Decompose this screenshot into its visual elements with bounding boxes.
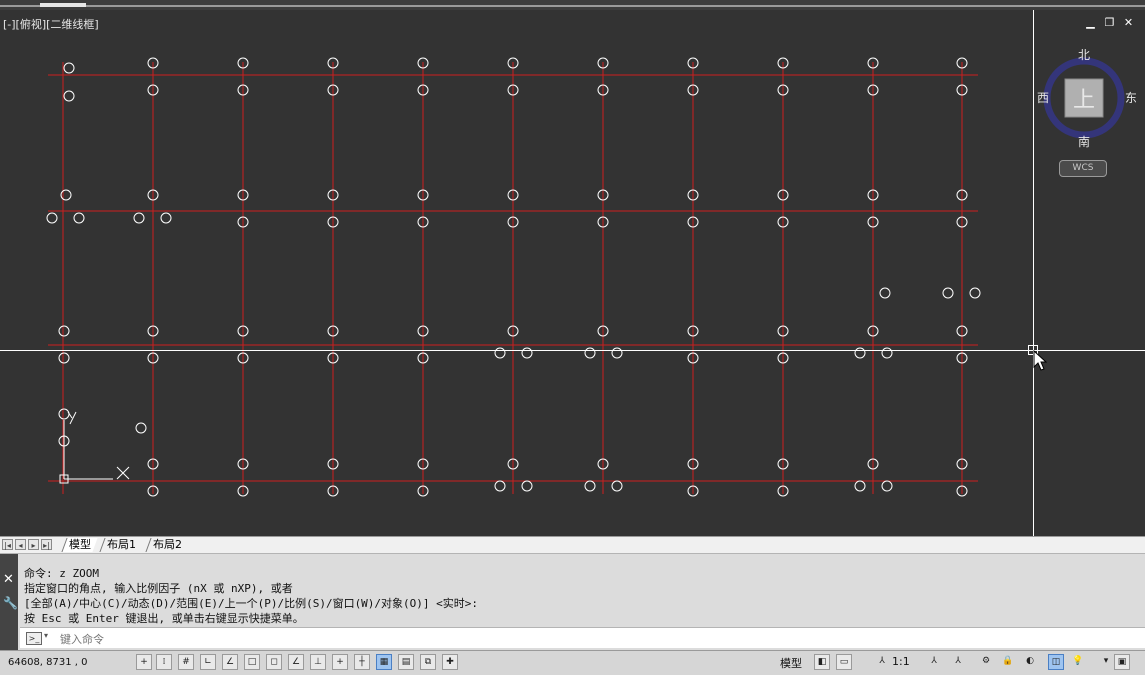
wrench-icon[interactable]: 🔧 — [3, 596, 18, 610]
hole-circle[interactable] — [584, 480, 596, 492]
annotation-scale-value[interactable]: 1:1 — [892, 655, 910, 668]
wcs-menu-button[interactable]: WCS — [1059, 160, 1107, 177]
viewcube-face-label[interactable]: 上 — [1073, 88, 1095, 113]
hardware-acceleration-icon[interactable]: ◐ — [1022, 654, 1038, 670]
hole-circle[interactable] — [133, 212, 145, 224]
layout-tab-bar: |◂ ◂ ▸ ▸| 模型 布局1 布局2 — [0, 536, 1145, 553]
hole-circle[interactable] — [879, 287, 891, 299]
hole-circle[interactable] — [58, 352, 70, 364]
isolate-objects-icon[interactable]: ◫ — [1048, 654, 1064, 670]
drawing-canvas[interactable] — [0, 10, 1145, 536]
chevron-down-icon[interactable]: ▾ — [44, 631, 48, 640]
tab-layout2[interactable]: 布局2 — [145, 538, 189, 552]
status-bar: 64608, 8731 , 0 + ⁞ # ∟ ∠ □ ◻ ∠ ⊥ + ┼ ▦ … — [0, 650, 1145, 675]
drawing-viewport[interactable]: [-][俯视][二维线框] ▁ ❐ ✕ 上 北 南 东 西 WCS — [0, 10, 1145, 536]
hole-circle[interactable] — [521, 480, 533, 492]
viewcube[interactable]: 上 北 南 东 西 — [1036, 48, 1137, 149]
command-input[interactable] — [58, 630, 562, 648]
hole-circle[interactable] — [494, 480, 506, 492]
crosshair-horizontal — [0, 350, 1145, 351]
viewport-window-controls: ▁ ❐ ✕ — [1084, 16, 1135, 29]
hole-circle[interactable] — [58, 325, 70, 337]
hole-circle[interactable] — [881, 480, 893, 492]
hole-circle[interactable] — [63, 90, 75, 102]
mouse-pointer-icon — [1033, 350, 1047, 371]
polar-tracking-icon[interactable]: ∠ — [222, 654, 238, 670]
history-line: 指定窗口的角点, 输入比例因子 (nX 或 nXP), 或者 — [24, 582, 293, 595]
last-tab-icon[interactable]: ▸| — [41, 539, 52, 550]
viewport-controls-label[interactable]: [-][俯视][二维线框] — [3, 16, 99, 32]
coordinate-readout[interactable]: 64608, 8731 , 0 — [8, 657, 88, 668]
transparency-icon[interactable]: ▦ — [376, 654, 392, 670]
hole-circle[interactable] — [611, 480, 623, 492]
lightbulb-icon[interactable]: 💡 — [1070, 654, 1086, 670]
ortho-mode-icon[interactable]: ∟ — [200, 654, 216, 670]
chevron-down-icon[interactable]: ▾ — [1098, 654, 1114, 670]
quick-view-layouts-icon[interactable]: ◧ — [814, 654, 830, 670]
top-ribbon-strip — [0, 0, 1145, 10]
tab-layout1[interactable]: 布局1 — [99, 538, 143, 552]
prev-tab-icon[interactable]: ◂ — [15, 539, 26, 550]
first-tab-icon[interactable]: |◂ — [2, 539, 13, 550]
lock-icon[interactable]: 🔒 — [1000, 654, 1016, 670]
snap-mode-icon[interactable]: ⁞ — [156, 654, 172, 670]
crosshair-vertical — [1033, 10, 1034, 536]
tab-model-label: 模型 — [69, 538, 91, 551]
hole-circle[interactable] — [63, 62, 75, 74]
dynamic-input-icon[interactable]: + — [332, 654, 348, 670]
object-snap-tracking-icon[interactable]: ∠ — [288, 654, 304, 670]
hole-circle[interactable] — [160, 212, 172, 224]
3d-object-snap-icon[interactable]: ◻ — [266, 654, 282, 670]
hole-circle[interactable] — [58, 408, 70, 420]
gear-icon[interactable]: ⚙ — [978, 654, 994, 670]
history-line: 按 Esc 或 Enter 键退出, 或单击右键显示快捷菜单。 — [24, 612, 304, 625]
grid-display-icon[interactable]: # — [178, 654, 194, 670]
next-tab-icon[interactable]: ▸ — [28, 539, 39, 550]
hole-circle[interactable] — [135, 422, 147, 434]
hole-circle[interactable] — [969, 287, 981, 299]
quick-properties-icon[interactable]: ▤ — [398, 654, 414, 670]
tab-layout1-label: 布局1 — [107, 538, 136, 551]
object-snap-icon[interactable]: □ — [244, 654, 260, 670]
hole-circle[interactable] — [854, 480, 866, 492]
lineweight-icon[interactable]: ┼ — [354, 654, 370, 670]
quick-view-drawings-icon[interactable]: ▭ — [836, 654, 852, 670]
hole-circle[interactable] — [942, 287, 954, 299]
minimize-icon[interactable]: ▁ — [1084, 16, 1097, 29]
annotation-monitor-icon[interactable]: ✚ — [442, 654, 458, 670]
compass-south-label[interactable]: 南 — [1078, 134, 1090, 149]
history-line: [全部(A)/中心(C)/动态(D)/范围(E)/上一个(P)/比例(S)/窗口… — [24, 597, 479, 610]
tab-model[interactable]: 模型 — [61, 538, 98, 552]
command-panel-handle[interactable]: ✕ 🔧 — [0, 554, 18, 651]
compass-north-label[interactable]: 北 — [1078, 48, 1090, 62]
command-input-row: >_ ▾ — [20, 627, 1145, 648]
compass-west-label[interactable]: 西 — [1037, 91, 1049, 105]
ribbon-active-tab-indicator[interactable] — [40, 3, 86, 7]
annotation-scale-icon[interactable]: ⅄ — [874, 654, 890, 670]
command-prompt-icon[interactable]: >_ — [26, 632, 42, 645]
tab-layout2-label: 布局2 — [153, 538, 182, 551]
hole-circle[interactable] — [46, 212, 58, 224]
hole-circle[interactable] — [73, 212, 85, 224]
ribbon-divider — [0, 5, 1145, 7]
close-icon[interactable]: ✕ — [1122, 16, 1135, 29]
clean-screen-icon[interactable]: ▣ — [1114, 654, 1130, 670]
auto-scale-icon[interactable]: ⅄ — [950, 654, 966, 670]
dynamic-ucs-icon[interactable]: ⊥ — [310, 654, 326, 670]
ucs-icon — [59, 411, 130, 484]
viewcube-compass-icon: 上 北 南 东 西 — [1037, 48, 1137, 149]
infer-constraints-icon[interactable]: + — [136, 654, 152, 670]
compass-east-label[interactable]: 东 — [1125, 91, 1137, 105]
command-line-panel: ✕ 🔧 命令: z ZOOM 指定窗口的角点, 输入比例因子 (nX 或 nXP)… — [0, 553, 1145, 651]
close-icon[interactable]: ✕ — [3, 572, 14, 587]
model-space-button[interactable]: 模型 — [780, 655, 802, 671]
annotation-visibility-icon[interactable]: ⅄ — [926, 654, 942, 670]
history-line: 命令: z ZOOM — [24, 567, 99, 580]
restore-icon[interactable]: ❐ — [1103, 16, 1116, 29]
command-history: 命令: z ZOOM 指定窗口的角点, 输入比例因子 (nX 或 nXP), 或者… — [24, 566, 478, 626]
selection-cycling-icon[interactable]: ⧉ — [420, 654, 436, 670]
